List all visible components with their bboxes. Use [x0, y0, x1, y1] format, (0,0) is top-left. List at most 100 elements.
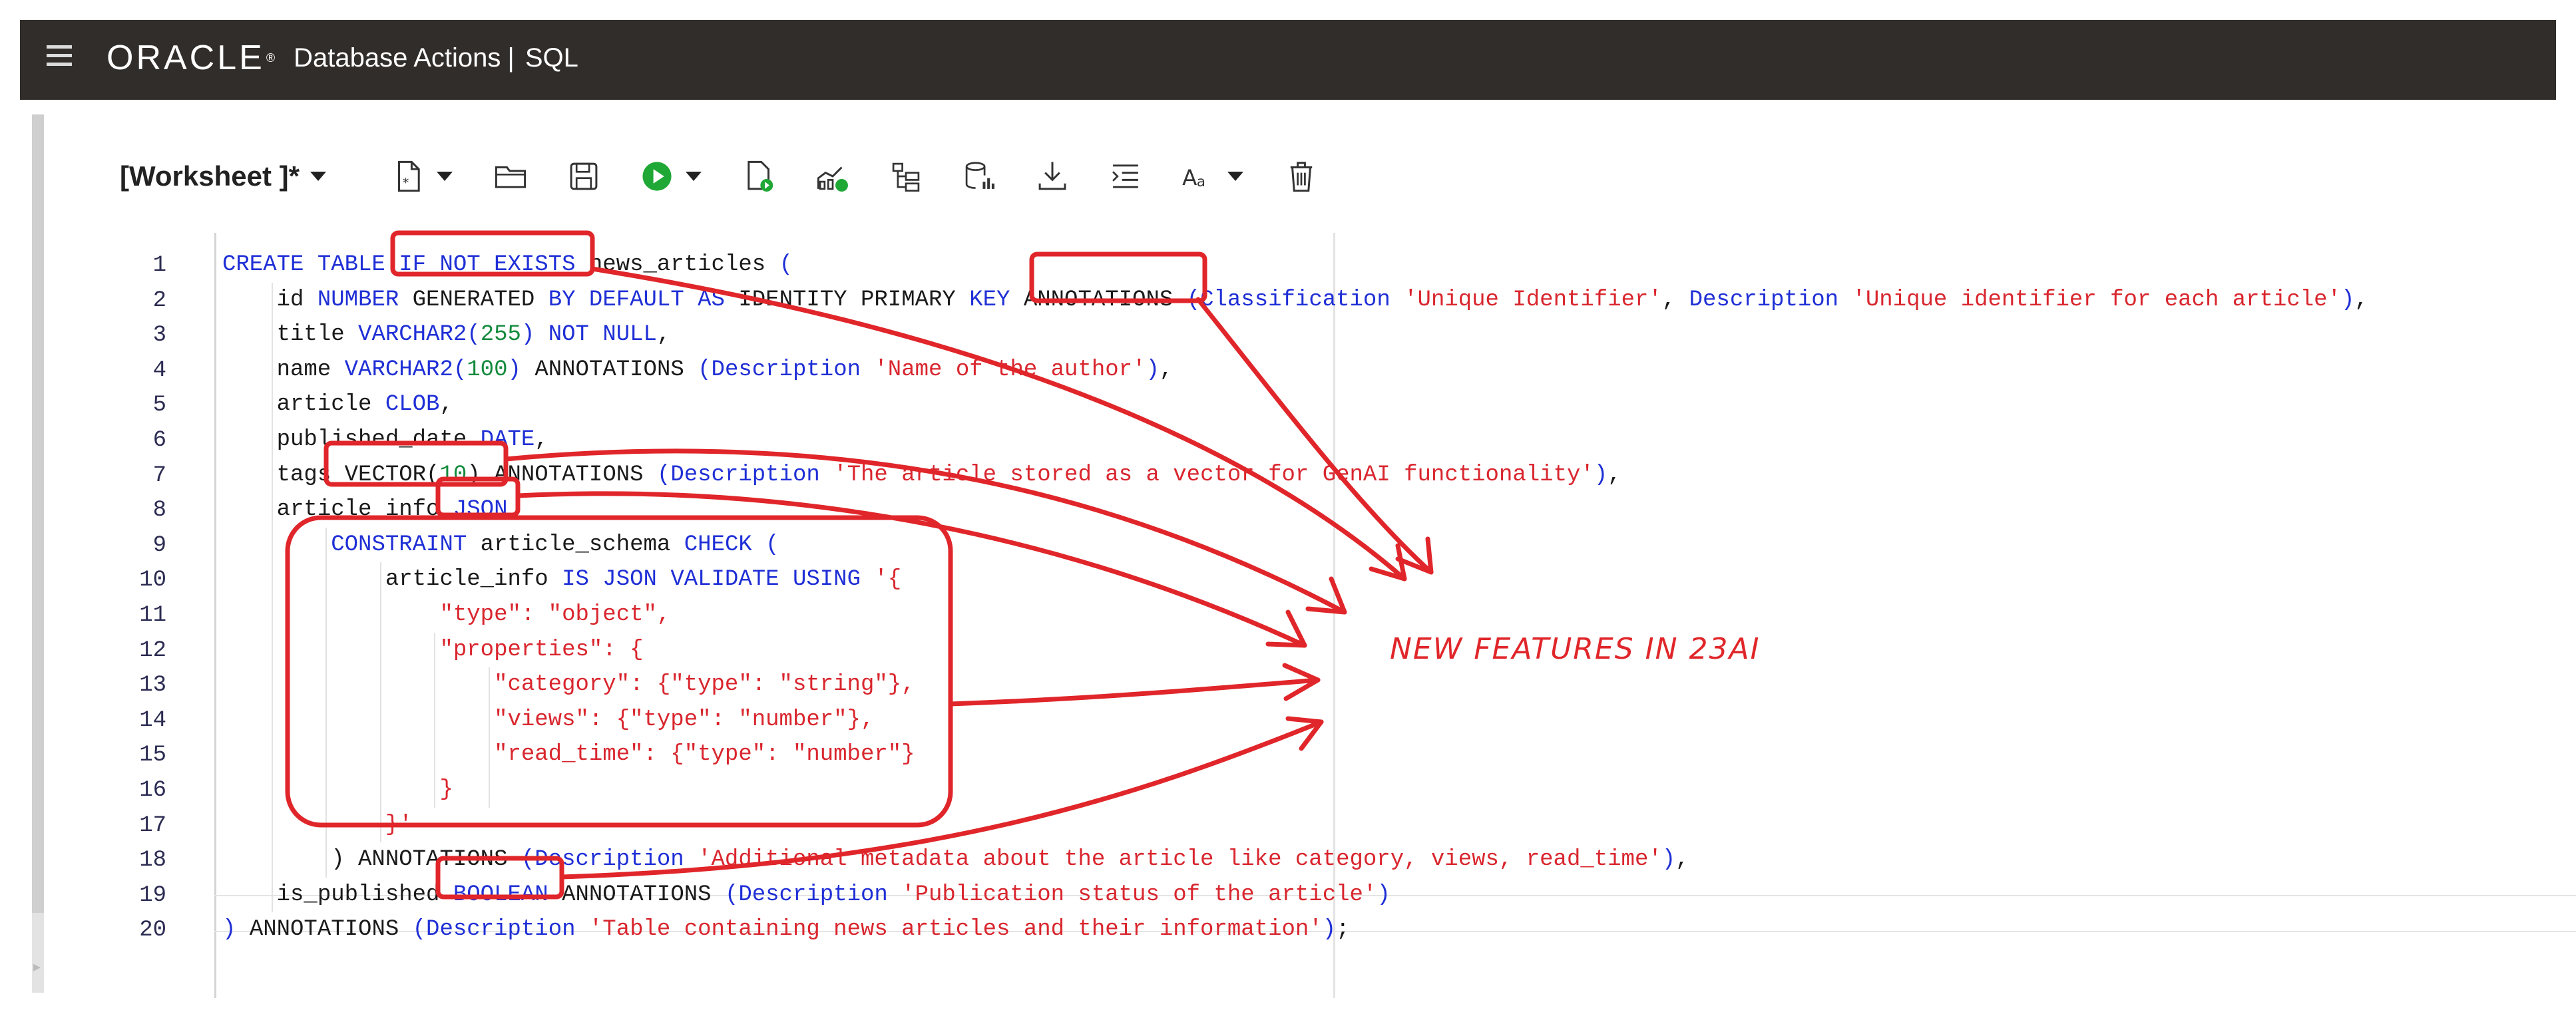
code-token: (Description: [412, 917, 589, 943]
worksheet-dropdown-icon[interactable]: [310, 172, 326, 181]
code-token: 'Unique Identifier': [1404, 287, 1662, 313]
code-line[interactable]: CREATE TABLE IF NOT EXISTS news_articles…: [222, 248, 793, 282]
code-line[interactable]: }': [222, 808, 413, 842]
code-token: CLOB: [385, 392, 440, 418]
code-editor[interactable]: 1 2 3 4 5 6 7 8 9 10 11 12 13 14 15 16 17 18 19 20 CREATE T…: [60, 233, 2576, 1011]
code-token: ANNOTATIONS: [1023, 287, 1187, 313]
code-token: KEY: [969, 287, 1024, 313]
code-line[interactable]: published_date DATE,: [222, 422, 548, 457]
line-number: 18: [139, 848, 166, 874]
open-folder-icon[interactable]: [493, 153, 529, 200]
run-dropdown-icon[interactable]: [685, 172, 702, 181]
font-size-icon[interactable]: Aa: [1181, 153, 1217, 200]
code-token: id: [222, 287, 318, 313]
code-token: ANNOTATIONS: [535, 357, 698, 383]
code-line[interactable]: "category": {"type": "string"},: [222, 667, 915, 702]
format-code-icon[interactable]: [1108, 153, 1144, 200]
code-line[interactable]: title VARCHAR2(255) NOT NULL,: [222, 317, 671, 352]
code-line[interactable]: "read_time": {"type": "number"}: [222, 737, 915, 772]
clear-trash-icon[interactable]: [1283, 153, 1319, 200]
run-statement-icon[interactable]: [639, 153, 675, 200]
code-line[interactable]: tags VECTOR(10) ANNOTATIONS (Description…: [222, 458, 1621, 492]
line-number: 8: [152, 498, 166, 524]
left-panel-scroll-thumb[interactable]: [32, 114, 44, 913]
code-line[interactable]: "type": "object",: [222, 597, 670, 632]
code-token: VECTOR(: [344, 462, 440, 488]
worksheet-toolbar: [Worksheet ]* * Aa: [120, 146, 1717, 206]
autotrace-icon[interactable]: [888, 153, 924, 200]
code-token: 'Table containing news articles and thei…: [588, 917, 1323, 943]
code-line[interactable]: ) ANNOTATIONS (Description 'Table contai…: [222, 912, 1350, 947]
svg-text:*: *: [403, 176, 409, 190]
code-token: ,: [1675, 847, 1689, 873]
code-token: }': [222, 812, 413, 838]
line-number: 16: [139, 778, 166, 803]
code-token: IF NOT EXISTS: [399, 252, 589, 277]
expand-panel-icon[interactable]: ▸: [33, 958, 41, 975]
line-number: 14: [139, 707, 166, 733]
code-line[interactable]: "views": {"type": "number"},: [222, 703, 874, 737]
line-number: 12: [139, 637, 166, 663]
line-number: 3: [152, 323, 166, 349]
code-token: '{: [874, 567, 902, 593]
new-file-icon[interactable]: *: [390, 153, 426, 200]
line-number: 1: [152, 253, 166, 278]
line-number: 7: [152, 462, 166, 488]
code-line[interactable]: article_info JSON: [222, 492, 508, 527]
code-token: 255: [480, 322, 521, 348]
code-token: (Description: [724, 882, 902, 908]
code-token: 'Publication status of the article': [901, 882, 1377, 908]
code-line[interactable]: name VARCHAR2(100) ANNOTATIONS (Descript…: [222, 353, 1174, 387]
code-token: 100: [467, 357, 508, 383]
run-script-icon[interactable]: [742, 153, 777, 200]
code-token: GENERATED: [412, 287, 548, 313]
code-line[interactable]: "properties": {: [222, 633, 643, 667]
code-token: article_info: [222, 497, 453, 523]
line-number: 6: [152, 428, 166, 453]
code-line[interactable]: is_published BOOLEAN ANNOTATIONS (Descri…: [222, 878, 1391, 912]
code-token: 'Unique identifier for each article': [1852, 287, 2341, 313]
code-token: ,: [656, 322, 671, 348]
worksheet-tab[interactable]: [Worksheet ]*: [120, 160, 300, 192]
code-token: ): [1594, 462, 1608, 488]
code-token: JSON: [453, 497, 508, 523]
font-size-dropdown-icon[interactable]: [1227, 172, 1243, 181]
code-token: tags: [222, 462, 345, 488]
code-token: article_info: [222, 567, 562, 593]
code-token: ) ANNOTATIONS: [467, 462, 657, 488]
oracle-logo: ORACLE: [107, 39, 265, 77]
code-token: title: [222, 322, 359, 348]
code-line[interactable]: article CLOB,: [222, 387, 453, 422]
save-icon[interactable]: [566, 153, 602, 200]
sql-history-icon[interactable]: [961, 153, 997, 200]
code-token: ANNOTATIONS: [562, 882, 725, 908]
code-line[interactable]: id NUMBER GENERATED BY DEFAULT AS IDENTI…: [222, 283, 2368, 317]
code-token: ) NOT NULL: [521, 322, 657, 348]
code-token: ANNOTATIONS: [249, 917, 413, 943]
line-number: 15: [139, 743, 166, 768]
code-token: BY DEFAULT AS: [548, 287, 739, 313]
code-token: (: [779, 252, 793, 277]
code-line[interactable]: CONSTRAINT article_schema CHECK (: [222, 528, 779, 562]
code-token: ): [1377, 882, 1391, 908]
code-token: CHECK (: [684, 532, 779, 558]
code-token: ): [1322, 917, 1337, 943]
app-name: Database Actions: [294, 43, 501, 73]
line-number: 13: [139, 673, 166, 699]
logo-registered-mark: ®: [266, 51, 276, 65]
explain-plan-icon[interactable]: [815, 153, 851, 200]
code-token: 'Name of the author': [874, 357, 1146, 383]
code-token: "views": {"type": "number"},: [222, 707, 875, 733]
code-token: }: [222, 777, 453, 802]
code-line[interactable]: }: [222, 772, 453, 807]
code-line[interactable]: article_info IS JSON VALIDATE USING '{: [222, 562, 901, 597]
hamburger-menu-icon[interactable]: [47, 45, 72, 69]
download-icon[interactable]: [1034, 153, 1070, 200]
code-token: ,: [535, 427, 548, 452]
code-line[interactable]: ) ANNOTATIONS (Description 'Additional m…: [222, 842, 1689, 877]
code-token: VARCHAR2(: [344, 357, 467, 383]
new-features-label: NEW FEATURES IN 23AI: [1390, 632, 1761, 666]
new-file-dropdown-icon[interactable]: [436, 172, 453, 181]
code-token: (Description: [521, 847, 698, 873]
code-token: NUMBER: [317, 287, 413, 313]
